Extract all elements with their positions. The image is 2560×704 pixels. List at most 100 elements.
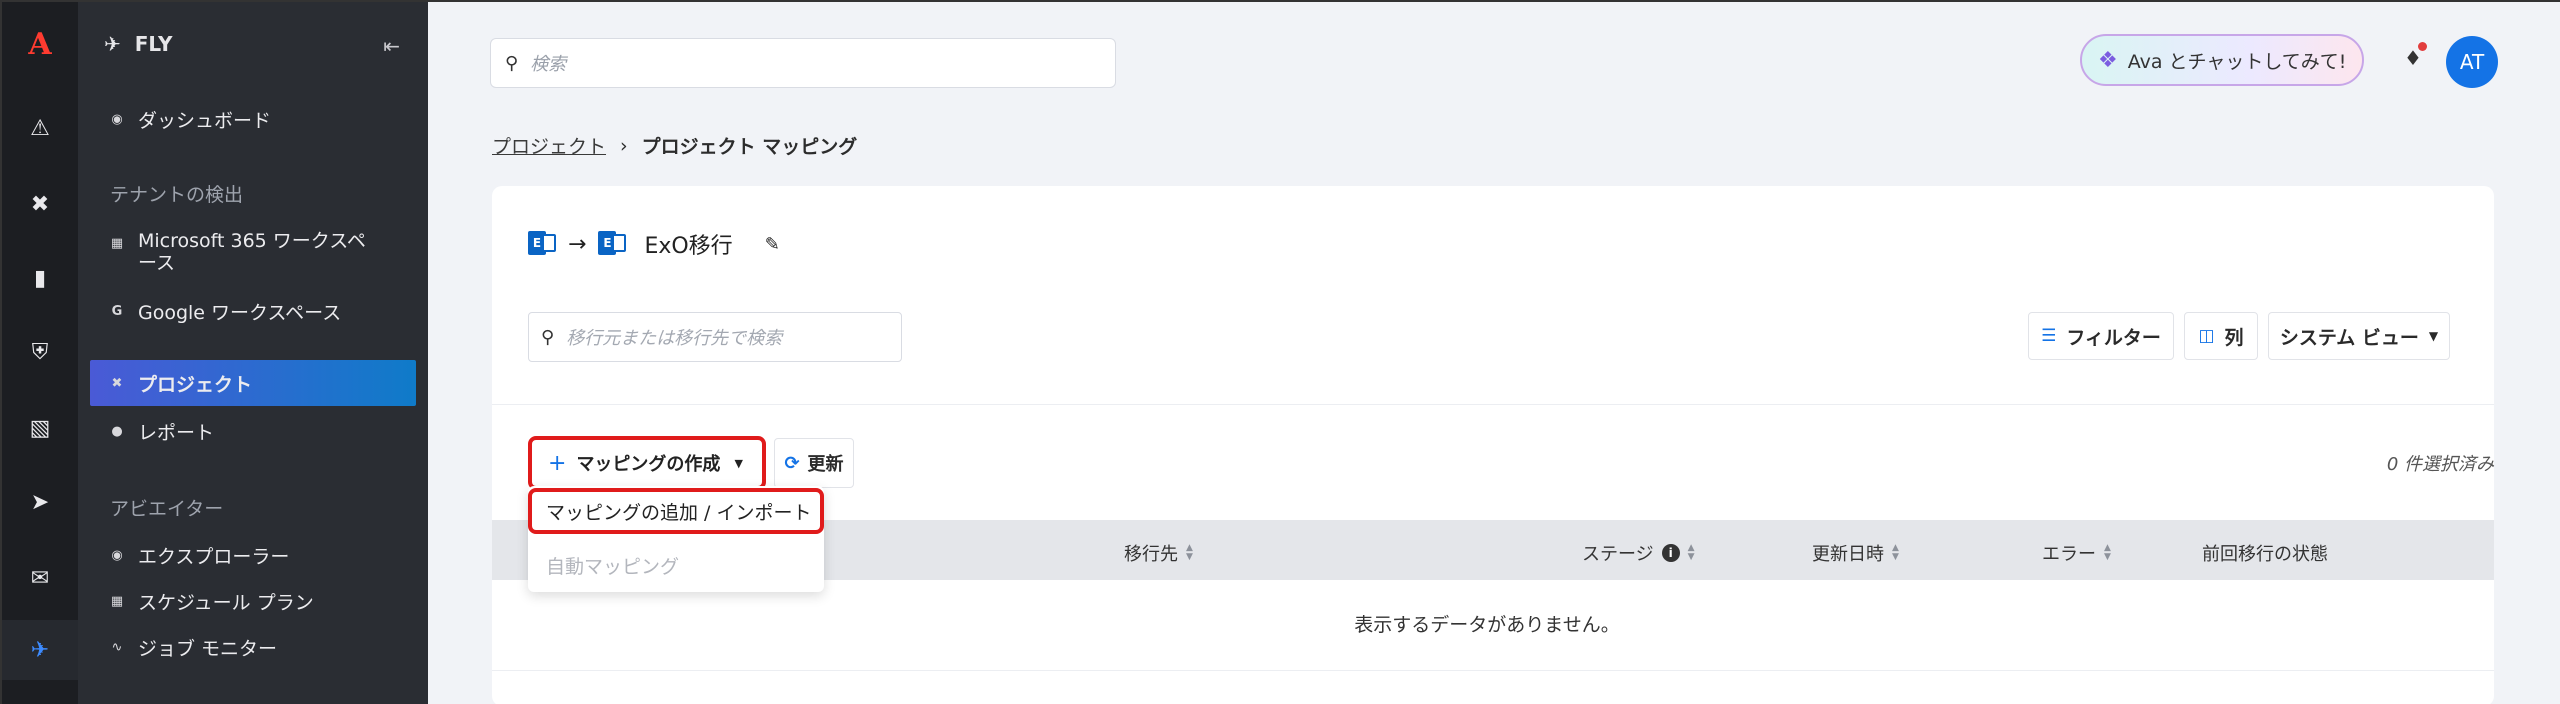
chevron-down-icon: ▼ [2428, 329, 2439, 343]
airplane-icon[interactable]: ✈ [2, 620, 78, 680]
plus-icon: + [548, 450, 567, 476]
project-card: E → E ExO移行 ✎ ⚲ 移行元または移行先で検索 ☰ フィルター ◫ 列… [492, 186, 2494, 704]
column-label: エラー [2042, 544, 2096, 565]
menu-item-add-import[interactable]: マッピングの追加 / インポート [528, 488, 824, 534]
section-aviator: アビエイター [110, 498, 224, 520]
breadcrumb: プロジェクト › プロジェクト マッピング [492, 132, 857, 159]
exchange-source-icon: E [528, 231, 556, 257]
refresh-icon: ⟳ [784, 452, 800, 474]
nav-item-m365[interactable]: ▦ Microsoft 365 ワークスペース [110, 230, 378, 274]
sort-icon: ▲ ▼ [1892, 543, 1899, 562]
create-mapping-menu: マッピングの追加 / インポート 自動マッピング [528, 486, 824, 592]
sort-icon: ▲ ▼ [1186, 543, 1193, 562]
section-tenant-discovery: テナントの検出 [110, 184, 244, 206]
column-updated[interactable]: 更新日時 ▲ ▼ [1812, 540, 1899, 566]
nav-item-label: ダッシュボード [138, 110, 272, 132]
column-label: 移行先 [1124, 544, 1178, 565]
view-select[interactable]: システム ビュー ▼ [2268, 312, 2450, 360]
ava-logo-icon: ❖ [2098, 47, 2118, 73]
create-mapping-label: マッピングの作成 [576, 454, 721, 475]
nav-item-label: ジョブ モニター [138, 638, 278, 660]
refresh-button[interactable]: ⟳ 更新 [774, 438, 854, 488]
compass-icon: ◉ [111, 548, 123, 563]
brand: ✈ FLY [104, 32, 173, 56]
project-title-row: E → E ExO移行 ✎ [528, 228, 780, 260]
column-label: ステージ [1582, 544, 1654, 565]
global-search-input[interactable]: ⚲ 検索 [490, 38, 1116, 88]
create-mapping-button[interactable]: + マッピングの作成 ▼ [528, 436, 766, 490]
alert-icon[interactable]: ⚠ [2, 98, 78, 158]
shield-icon[interactable]: ⛨ [2, 322, 78, 382]
columns-label: 列 [2224, 326, 2244, 349]
arrow-right-icon: → [568, 231, 587, 257]
ava-chat-button[interactable]: ❖ Ava とチャットしてみて! [2080, 34, 2364, 86]
nav-item-label: エクスプローラー [138, 546, 290, 568]
filter-button[interactable]: ☰ フィルター [2028, 312, 2174, 360]
chat-icon[interactable]: ✉ [2, 548, 78, 608]
dashboard-icon: ◉ [111, 112, 123, 127]
sort-icon: ▲ ▼ [1687, 543, 1695, 562]
chevron-right-icon: › [620, 134, 628, 157]
column-label: 更新日時 [1812, 544, 1884, 565]
notification-dot [2418, 42, 2427, 51]
column-destination[interactable]: 移行先 ▲ ▼ [1124, 540, 1193, 566]
exchange-destination-icon: E [598, 231, 627, 257]
nav-item-google[interactable]: G Google ワークスペース [110, 298, 342, 325]
menu-item-auto-mapping[interactable]: 自動マッピング [528, 542, 824, 588]
nav-item-dashboard[interactable]: ◉ ダッシュボード [110, 106, 271, 133]
selection-count: 0 件選択済み [2386, 454, 2494, 475]
project-title: ExO移行 [644, 234, 733, 259]
main-content: ⚲ 検索 ❖ Ava とチャットしてみて! ♦ AT プロジェクト › プロジェ… [428, 2, 2560, 704]
search-icon: ⚲ [505, 52, 519, 74]
nav-item-label: プロジェクト [138, 374, 253, 396]
info-icon[interactable]: i [1661, 544, 1680, 562]
divider [492, 404, 2494, 405]
view-label: システム ビュー [2279, 326, 2419, 349]
filter-icon: ☰ [2041, 326, 2057, 346]
nav-item-reports[interactable]: ● レポート [110, 418, 214, 445]
nav-item-label: レポート [138, 422, 215, 444]
chevron-down-icon: ▼ [734, 456, 743, 470]
column-errors[interactable]: エラー ▲ ▼ [2042, 540, 2111, 566]
tools-icon[interactable]: ✖ [2, 174, 78, 234]
nav-item-label: Microsoft 365 ワークスペース [138, 230, 366, 274]
sort-icon: ▲ ▼ [2104, 543, 2111, 562]
nav-item-explorer[interactable]: ◉ エクスプローラー [110, 542, 289, 569]
breadcrumb-current: プロジェクト マッピング [641, 136, 858, 158]
side-nav: ✈ FLY ⇤ ◉ ダッシュボード テナントの検出 ▦ Microsoft 36… [78, 2, 428, 704]
icon-rail: A ⚠ ✖ ▮ ⛨ ▧ ➤ ✉ ✈ [2, 2, 78, 704]
search-icon: ⚲ [541, 326, 555, 348]
brand-label: FLY [134, 32, 173, 56]
nav-item-projects[interactable]: ✖ プロジェクト [110, 370, 252, 397]
google-icon: G [111, 304, 123, 319]
divider [492, 670, 2494, 671]
search-placeholder: 検索 [530, 54, 567, 75]
app-logo[interactable]: A [2, 14, 78, 74]
grid-icon: ▦ [110, 236, 124, 251]
nav-item-schedule[interactable]: ▦ スケジュール プラン [110, 588, 314, 615]
nav-item-label: Google ワークスペース [138, 302, 342, 324]
edit-icon[interactable]: ✎ [765, 234, 780, 255]
rocket-icon[interactable]: ➤ [2, 472, 78, 532]
building-icon[interactable]: ▮ [2, 248, 78, 308]
column-stage[interactable]: ステージ i ▲ ▼ [1582, 540, 1695, 566]
pulse-icon: ∿ [111, 640, 123, 655]
ava-chat-label: Ava とチャットしてみて! [2127, 50, 2347, 73]
nav-item-label: スケジュール プラン [138, 592, 314, 614]
calendar-icon: ▦ [110, 594, 124, 609]
columns-button[interactable]: ◫ 列 [2184, 312, 2258, 360]
column-label: 前回移行の状態 [2202, 544, 2328, 565]
projects-icon: ✖ [111, 376, 123, 391]
refresh-label: 更新 [807, 454, 844, 475]
nav-item-job-monitor[interactable]: ∿ ジョブ モニター [110, 634, 278, 661]
column-last-status: 前回移行の状態 [2202, 540, 2328, 566]
mapping-search-placeholder: 移行元または移行先で検索 [566, 328, 783, 349]
avatar[interactable]: AT [2446, 36, 2498, 88]
empty-state: 表示するデータがありません。 [1354, 614, 1620, 636]
mapping-search-input[interactable]: ⚲ 移行元または移行先で検索 [528, 312, 902, 362]
collapse-sidebar-icon[interactable]: ⇤ [383, 34, 400, 58]
database-icon[interactable]: ▧ [2, 398, 78, 458]
filter-label: フィルター [2066, 326, 2161, 349]
breadcrumb-projects-link[interactable]: プロジェクト [492, 132, 606, 159]
airplane-icon: ✈ [104, 32, 121, 56]
